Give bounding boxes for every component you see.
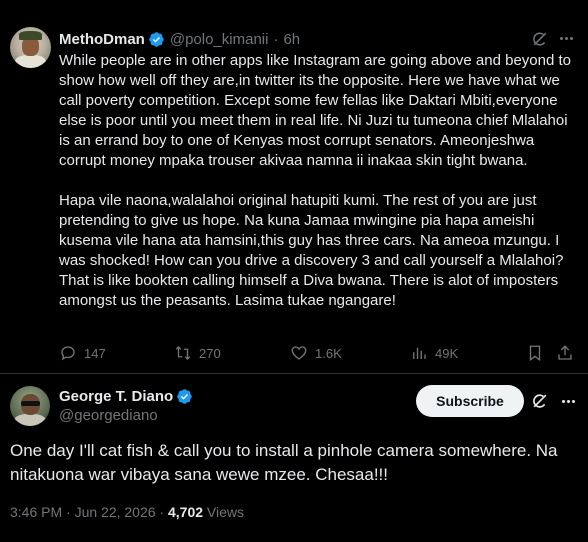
- tweet-header: MethoDman @polo_kimanii · 6h: [59, 29, 300, 49]
- reply-button[interactable]: 147: [59, 342, 106, 364]
- repost-icon: [175, 346, 191, 360]
- author-name-row: George T. Diano: [59, 388, 193, 405]
- subscribe-button[interactable]: Subscribe: [416, 385, 524, 417]
- share-icon[interactable]: [556, 344, 574, 362]
- timestamp[interactable]: 3:46 PM · Jun 22, 2026 ·: [10, 504, 168, 520]
- like-button[interactable]: 1.6K: [290, 342, 342, 364]
- more-icon[interactable]: [560, 37, 573, 40]
- verified-badge-icon: [177, 389, 192, 404]
- tweet-meta: 3:46 PM · Jun 22, 2026 · 4,702 Views: [10, 504, 244, 520]
- like-count: 1.6K: [315, 345, 342, 361]
- action-bar: 147 270 1.6K 49K: [59, 342, 579, 364]
- bookmark-icon[interactable]: [526, 344, 544, 362]
- repost-count: 270: [199, 345, 221, 361]
- grok-icon[interactable]: [530, 391, 550, 411]
- views-count: 49K: [435, 345, 459, 361]
- tweet-paragraph: While people are in other apps like Inst…: [59, 52, 576, 169]
- avatar[interactable]: [10, 386, 50, 426]
- main-tweet: George T. Diano @georgediano Subscribe O…: [0, 374, 588, 542]
- views-icon: [413, 347, 426, 359]
- views-count: 4,702: [167, 504, 204, 520]
- repost-button[interactable]: 270: [174, 342, 221, 364]
- reply-icon: [61, 346, 75, 361]
- author-name[interactable]: MethoDman: [59, 31, 145, 48]
- tweet-text: While people are in other apps like Inst…: [59, 51, 579, 311]
- author-name[interactable]: George T. Diano: [59, 388, 173, 405]
- views-button[interactable]: 49K: [410, 342, 458, 364]
- author-handle[interactable]: @georgediano: [59, 407, 158, 424]
- views-label: Views: [203, 504, 245, 520]
- quoted-tweet[interactable]: MethoDman @polo_kimanii · 6h While peopl…: [0, 0, 588, 374]
- avatar[interactable]: [10, 27, 51, 68]
- tweet-paragraph: Hapa vile naona,walalahoi original hatup…: [59, 192, 568, 309]
- reply-count: 147: [84, 345, 106, 361]
- like-icon: [291, 346, 307, 360]
- author-handle[interactable]: @polo_kimanii: [170, 31, 269, 48]
- separator: ·: [273, 30, 279, 48]
- more-icon[interactable]: [562, 400, 575, 403]
- tweet-time[interactable]: 6h: [283, 31, 300, 48]
- verified-badge-icon: [149, 31, 164, 47]
- grok-icon[interactable]: [530, 29, 550, 49]
- tweet-text: One day I'll cat fish & call you to inst…: [10, 441, 558, 484]
